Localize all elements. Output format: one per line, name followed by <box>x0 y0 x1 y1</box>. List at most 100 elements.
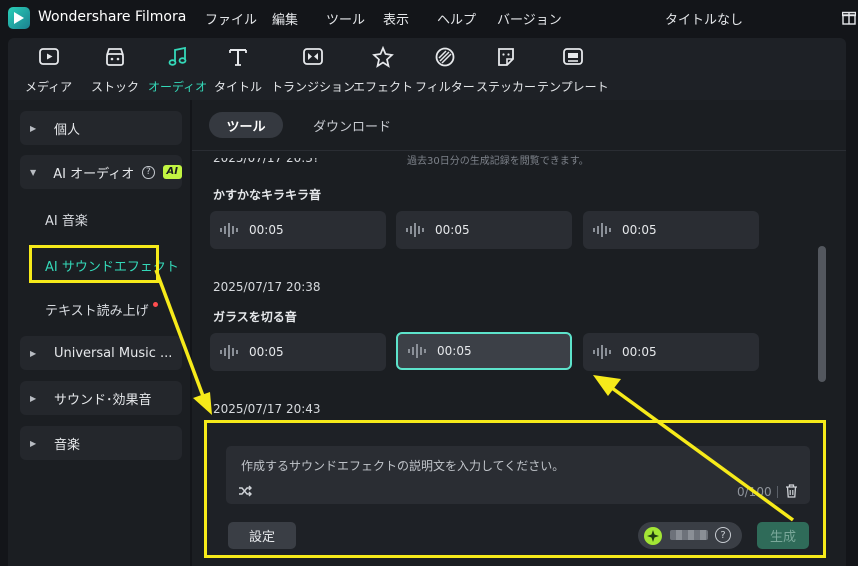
document-title: タイトルなし <box>665 13 744 28</box>
sidebar-item-ai-audio[interactable]: ▼ AI オーディオ ? AI <box>20 155 182 189</box>
waveform-icon <box>593 345 611 359</box>
waveform-icon <box>220 345 238 359</box>
sidebar-item-personal[interactable]: ▶ 個人 <box>20 111 182 145</box>
filmora-logo-icon <box>8 7 30 29</box>
settings-button[interactable]: 設定 <box>228 522 296 549</box>
toolbar-label: トランジション <box>271 80 356 94</box>
sidebar-item-sound-effects[interactable]: ▶ サウンド･効果音 <box>20 381 182 415</box>
sidebar-item-ai-music[interactable]: AI 音楽 <box>45 210 88 229</box>
toolbar-label: タイトル <box>214 80 263 94</box>
sticker-icon <box>493 44 519 70</box>
transition-icon <box>300 44 326 70</box>
divider <box>777 486 778 498</box>
notification-dot <box>152 302 158 307</box>
toolbar-label: ストック <box>91 80 140 94</box>
trash-icon[interactable] <box>785 484 798 502</box>
help-icon[interactable]: ? <box>142 165 155 179</box>
toolbar-effect[interactable]: エフェクト <box>353 44 413 95</box>
prompt-input[interactable] <box>226 446 810 504</box>
title-bar: Wondershare Filmora ファイル 編集 ツール 表示 ヘルプ バ… <box>0 0 858 36</box>
toolbar-label: ステッカー <box>476 80 537 94</box>
effect-icon <box>370 44 396 70</box>
record-timestamp: 2025/07/17 20:43 <box>213 402 321 416</box>
record-timestamp: 2025/07/17 20:38 <box>213 280 321 294</box>
clip-duration: 00:05 <box>249 345 284 359</box>
sidebar-item-label: サウンド･効果音 <box>54 392 152 408</box>
menu-view[interactable]: 表示 <box>383 9 409 28</box>
toolbar-transition[interactable]: トランジション <box>271 44 355 95</box>
toolbar-sticker[interactable]: ステッカー <box>476 44 536 95</box>
toolbar-stock[interactable]: ストック <box>91 44 139 95</box>
gift-icon[interactable] <box>841 9 857 29</box>
sidebar-item-music[interactable]: ▶ 音楽 <box>20 426 182 460</box>
toolbar-label: エフェクト <box>353 80 414 94</box>
stock-icon <box>102 44 128 70</box>
generate-button[interactable]: 生成 <box>757 522 809 549</box>
sidebar-item-universal-music[interactable]: ▶ Universal Music ... <box>20 336 182 370</box>
sidebar-item-label: 個人 <box>54 122 81 138</box>
menu-version[interactable]: バージョン <box>497 9 562 28</box>
waveform-icon <box>593 223 611 237</box>
credit-gem-icon <box>644 527 662 545</box>
sidebar-item-text-to-speech[interactable]: テキスト読み上げ <box>45 300 158 319</box>
scrollbar-thumb[interactable] <box>818 246 826 382</box>
toolbar-label: テンプレート <box>537 80 609 94</box>
tab-download[interactable]: ダウンロード <box>304 112 400 138</box>
menu-file[interactable]: ファイル <box>205 9 257 28</box>
toolbar-title[interactable]: タイトル <box>214 44 262 95</box>
template-icon <box>560 44 586 70</box>
waveform-icon <box>406 223 424 237</box>
toolbar-filter[interactable]: フィルター <box>415 44 475 95</box>
menu-edit[interactable]: 編集 <box>272 9 298 28</box>
sidebar-item-label: 音楽 <box>54 437 81 453</box>
caret-right-icon: ▶ <box>30 123 37 133</box>
sidebar-item-label: Universal Music ... <box>54 345 173 361</box>
asset-toolbar: メディア ストック オーディオ タイトル トランジション エフェクト フィルター… <box>8 38 846 100</box>
media-icon <box>36 44 62 70</box>
title-t-icon <box>225 44 251 70</box>
audio-note-icon <box>165 44 191 70</box>
menu-help[interactable]: ヘルプ <box>437 9 476 28</box>
toolbar-label: メディア <box>25 80 73 94</box>
audio-clip-selected[interactable]: 00:05 <box>396 332 572 370</box>
history-note: 過去30日分の生成記録を閲覧できます。 <box>407 156 589 167</box>
toolbar-audio[interactable]: オーディオ <box>148 44 207 95</box>
prompt-placeholder: 作成するサウンドエフェクトの説明文を入力してください。 <box>241 459 565 473</box>
record-title: かすかなキラキラ音 <box>213 188 322 202</box>
help-icon[interactable]: ? <box>715 527 731 543</box>
clip-duration: 00:05 <box>622 345 657 359</box>
waveform-icon <box>408 344 426 358</box>
shuffle-icon[interactable] <box>238 485 252 501</box>
caret-right-icon: ▶ <box>30 438 37 448</box>
sidebar-item-ai-sound-effect[interactable]: AI サウンドエフェクト <box>45 256 179 275</box>
ai-badge: AI <box>162 165 182 179</box>
audio-clip[interactable]: 00:05 <box>583 211 759 249</box>
caret-down-icon: ▼ <box>30 167 37 177</box>
audio-clip[interactable]: 00:05 <box>210 333 386 371</box>
divider <box>192 150 846 151</box>
toolbar-label: オーディオ <box>148 80 208 94</box>
toolbar-template[interactable]: テンプレート <box>537 44 609 95</box>
app-name: Wondershare Filmora <box>38 9 187 25</box>
record-title: ガラスを切る音 <box>213 310 297 324</box>
record-timestamp: 2025/07/17 20:3? <box>213 158 319 164</box>
audio-clip[interactable]: 00:05 <box>210 211 386 249</box>
tab-tools[interactable]: ツール <box>209 112 283 138</box>
audio-clip[interactable]: 00:05 <box>583 333 759 371</box>
caret-right-icon: ▶ <box>30 393 37 403</box>
clip-duration: 00:05 <box>435 223 470 237</box>
tab-bar: ツール ダウンロード <box>192 100 846 150</box>
sidebar-item-label: AI オーディオ <box>53 166 135 182</box>
clip-duration: 00:05 <box>622 223 657 237</box>
sidebar-item-label: テキスト読み上げ <box>45 304 149 319</box>
waveform-icon <box>220 223 238 237</box>
caret-right-icon: ▶ <box>30 348 37 358</box>
menu-tools[interactable]: ツール <box>326 9 365 28</box>
toolbar-media[interactable]: メディア <box>25 44 72 95</box>
toolbar-label: フィルター <box>415 80 475 94</box>
clip-duration: 00:05 <box>249 223 284 237</box>
credit-value-redacted <box>670 530 708 540</box>
audio-clip[interactable]: 00:05 <box>396 211 572 249</box>
char-counter: 0/100 <box>737 485 772 499</box>
filter-icon <box>432 44 458 70</box>
